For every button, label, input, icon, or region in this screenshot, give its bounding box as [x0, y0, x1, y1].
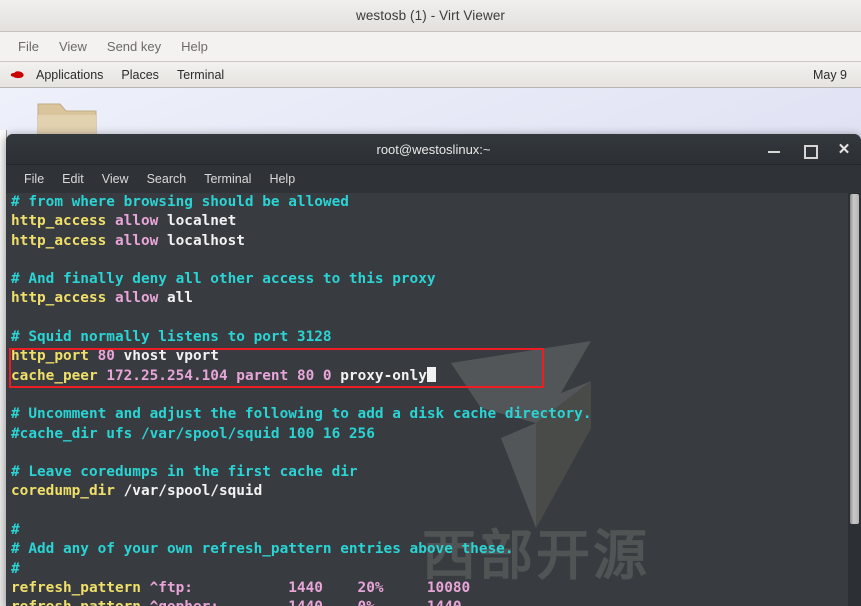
- redhat-icon: [10, 68, 27, 82]
- terminal-span: cache_peer: [11, 367, 107, 384]
- scrollbar-thumb[interactable]: [850, 194, 859, 524]
- terminal-menu-search[interactable]: Search: [139, 169, 195, 189]
- terminal-span: # Leave coredumps in the first cache dir: [11, 464, 358, 481]
- terminal-menu-help[interactable]: Help: [261, 169, 303, 189]
- terminal-span: refresh_pattern: [11, 579, 150, 596]
- terminal-span: # Squid normally listens to port 3128: [11, 329, 332, 346]
- panel-clock[interactable]: May 9: [813, 68, 851, 82]
- terminal-menubar: File Edit View Search Terminal Help: [6, 165, 861, 193]
- terminal-span: http_access: [11, 232, 115, 249]
- terminal-span: allow: [114, 213, 167, 230]
- terminal-line: # from where browsing should be allowed: [11, 193, 847, 212]
- maximize-icon[interactable]: [802, 143, 818, 159]
- terminal-span: http_access: [11, 290, 115, 307]
- terminal-title: root@westoslinux:~: [376, 141, 491, 157]
- terminal-line: # Leave coredumps in the first cache dir: [11, 463, 847, 482]
- terminal-span: http_port: [11, 348, 98, 365]
- terminal-span: #: [11, 522, 20, 539]
- panel-item-applications[interactable]: Applications: [27, 66, 112, 84]
- terminal-line: cache_peer 172.25.254.104 parent 80 0 pr…: [11, 366, 847, 386]
- terminal-span: localhost: [166, 232, 245, 249]
- terminal-line: coredump_dir /var/spool/squid: [11, 482, 847, 501]
- terminal-span: 80: [97, 348, 124, 365]
- terminal-line: http_port 80 vhost vport: [11, 347, 847, 366]
- terminal-span: http_access: [11, 213, 115, 230]
- terminal-span: proxy-only: [340, 367, 427, 384]
- viewer-menu-file[interactable]: File: [10, 36, 47, 57]
- terminal-line: http_access allow localnet: [11, 212, 847, 231]
- virt-viewer-menubar: File View Send key Help: [0, 32, 861, 62]
- terminal-span: # And finally deny all other access to t…: [11, 271, 436, 288]
- terminal-span: #cache_dir ufs /var/spool/squid 100 16 2…: [11, 425, 375, 442]
- terminal-span: 80 0: [296, 367, 341, 384]
- terminal-span: [11, 387, 20, 403]
- gnome-top-panel: Applications Places Terminal May 9: [0, 62, 861, 88]
- terminal-line: # Squid normally listens to port 3128: [11, 328, 847, 347]
- terminal-span: localnet: [166, 213, 237, 230]
- terminal-span: ^gopher: 1440 0% 1440: [150, 599, 462, 606]
- terminal-line: http_access allow localhost: [11, 232, 847, 251]
- terminal-line: refresh_pattern ^ftp: 1440 20% 10080: [11, 579, 847, 598]
- terminal-titlebar[interactable]: root@westoslinux:~ ✕: [6, 134, 861, 165]
- close-icon[interactable]: ✕: [837, 142, 851, 157]
- terminal-line: [11, 386, 847, 405]
- terminal-line: # Uncomment and adjust the following to …: [11, 405, 847, 424]
- terminal-span: refresh_pattern: [11, 599, 150, 606]
- terminal-span: [11, 445, 20, 461]
- terminal-span: allow: [114, 290, 167, 307]
- terminal-line: #cache_dir ufs /var/spool/squid 100 16 2…: [11, 425, 847, 444]
- vertical-scrollbar[interactable]: [848, 193, 861, 606]
- terminal-menu-view[interactable]: View: [94, 169, 137, 189]
- terminal-span: # Uncomment and adjust the following to …: [11, 406, 592, 423]
- terminal-line: # Add any of your own refresh_pattern en…: [11, 540, 847, 559]
- viewer-menu-view[interactable]: View: [51, 36, 95, 57]
- terminal-body[interactable]: 西部开源 # from where browsing should be all…: [6, 193, 861, 606]
- terminal-menu-edit[interactable]: Edit: [54, 169, 92, 189]
- window-controls: ✕: [767, 134, 851, 165]
- terminal-span: # from where browsing should be allowed: [11, 194, 349, 210]
- terminal-line: #: [11, 560, 847, 579]
- terminal-menu-file[interactable]: File: [16, 169, 52, 189]
- screen: westosb (1) - Virt Viewer File View Send…: [0, 0, 861, 606]
- terminal-span: # Add any of your own refresh_pattern en…: [11, 541, 514, 558]
- terminal-span: parent: [236, 367, 297, 384]
- terminal-span: [11, 310, 20, 326]
- terminal-menu-terminal[interactable]: Terminal: [196, 169, 259, 189]
- terminal-line: [11, 502, 847, 521]
- terminal-text: # from where browsing should be allowed h…: [11, 193, 847, 606]
- terminal-line: #: [11, 521, 847, 540]
- terminal-line: refresh_pattern ^gopher: 1440 0% 1440: [11, 598, 847, 606]
- viewer-menu-send-key[interactable]: Send key: [99, 36, 169, 57]
- terminal-span: all: [166, 290, 193, 307]
- terminal-span: vhost vport: [123, 348, 219, 365]
- minimize-icon[interactable]: [767, 143, 781, 157]
- terminal-span: [11, 503, 20, 519]
- terminal-span: allow: [114, 232, 167, 249]
- terminal-line: [11, 309, 847, 328]
- terminal-line: [11, 251, 847, 270]
- terminal-line: # And finally deny all other access to t…: [11, 270, 847, 289]
- text-cursor: [426, 366, 436, 382]
- terminal-span: coredump_dir: [11, 483, 124, 500]
- terminal-line: http_access allow all: [11, 289, 847, 308]
- terminal-line: [11, 444, 847, 463]
- terminal-span: 172.25.254.104: [106, 367, 237, 384]
- panel-item-terminal[interactable]: Terminal: [168, 66, 233, 84]
- terminal-window[interactable]: root@westoslinux:~ ✕ File Edit View Sear…: [6, 134, 861, 606]
- terminal-span: [11, 252, 20, 268]
- viewer-menu-help[interactable]: Help: [173, 36, 216, 57]
- virt-viewer-title: westosb (1) - Virt Viewer: [355, 8, 506, 23]
- terminal-span: /var/spool/squid: [123, 483, 263, 500]
- virt-viewer-titlebar: westosb (1) - Virt Viewer: [0, 0, 861, 32]
- terminal-span: ^ftp: 1440 20% 10080: [149, 579, 471, 596]
- panel-item-places[interactable]: Places: [112, 66, 168, 84]
- terminal-span: #: [11, 560, 20, 577]
